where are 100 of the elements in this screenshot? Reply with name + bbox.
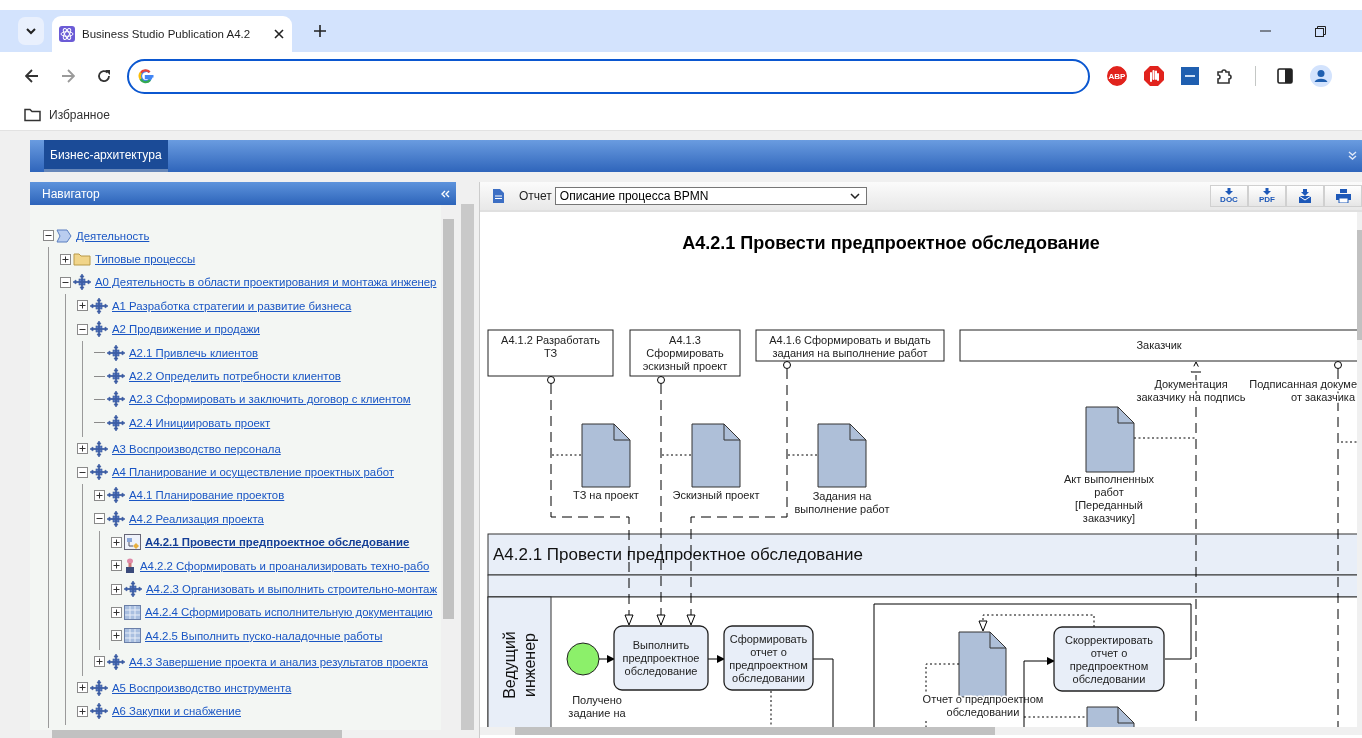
- tree-item-link[interactable]: А2.3 Сформировать и заключить договор с клиентом: [129, 393, 411, 406]
- expand-toggle[interactable]: [111, 536, 122, 548]
- task-box: Сформировать отчет о предпроектном обследовании: [723, 625, 814, 691]
- tree-item-link[interactable]: А4.2.3 Организовать и выполнить строительно-монтаж: [146, 583, 438, 596]
- printer-icon: [1335, 189, 1351, 203]
- start-event: [566, 642, 600, 676]
- reload-icon[interactable]: [97, 69, 111, 83]
- tree-item-link[interactable]: А4.1 Планирование проектов: [129, 489, 285, 502]
- stop-hand-icon[interactable]: [1144, 66, 1164, 86]
- expand-toggle[interactable]: [111, 583, 122, 595]
- participant-box: А4.1.3 Сформировать эскизный проект: [629, 329, 741, 377]
- profile-icon[interactable]: [1310, 65, 1332, 87]
- expand-toggle[interactable]: [111, 560, 122, 572]
- expand-toggle[interactable]: [77, 443, 88, 455]
- association-line: [1023, 716, 1088, 718]
- navigator-title: Навигатор: [42, 186, 100, 201]
- tree-item-link[interactable]: Деятельность: [76, 229, 150, 242]
- tree-item-link[interactable]: А2.4 Инициировать проект: [129, 416, 271, 429]
- document-shape: [1085, 406, 1135, 473]
- expand-toggle[interactable]: [94, 513, 105, 525]
- forward-icon[interactable]: [61, 69, 75, 83]
- expand-toggle[interactable]: [77, 323, 88, 335]
- back-icon[interactable]: [25, 69, 39, 83]
- tree-item-link[interactable]: А2.2 Определить потребности клиентов: [129, 370, 341, 383]
- restore-icon[interactable]: [1315, 25, 1326, 37]
- document-label: Акт выполненных работ [Переданный заказчику]: [1063, 473, 1155, 524]
- grid-icon: [124, 604, 141, 620]
- document-icon: [493, 189, 504, 203]
- expand-toggle[interactable]: [111, 630, 122, 642]
- expand-toggle[interactable]: [77, 466, 88, 478]
- cross-arrows-icon: [90, 464, 108, 481]
- pdf-export-button[interactable]: PDF: [1248, 185, 1286, 207]
- tab-search-button[interactable]: [18, 17, 44, 45]
- expand-toggle[interactable]: [43, 230, 54, 242]
- association-line: [787, 454, 819, 456]
- scrollbar[interactable]: [441, 205, 456, 730]
- expand-toggle[interactable]: [94, 490, 105, 501]
- cross-arrows-icon: [90, 703, 108, 719]
- tree-item-link[interactable]: А6 Закупки и снабжение: [112, 705, 241, 717]
- cross-arrows-icon: [90, 297, 108, 314]
- cross-arrows-icon: [107, 344, 125, 361]
- document-shape: [691, 423, 741, 488]
- tree-item-link[interactable]: А4.2.2 Сформировать и проанализировать техно-рабо: [140, 559, 430, 572]
- collapse-left-icon[interactable]: [440, 189, 450, 198]
- tree-item-link[interactable]: А5 Воспроизводство инструмента: [112, 681, 292, 694]
- tree-item-link[interactable]: А2.1 Привлечь клиентов: [129, 346, 259, 359]
- cross-arrows-icon: [90, 679, 108, 696]
- puzzle-icon[interactable]: [1216, 67, 1234, 85]
- bookmark-folder-link[interactable]: Избранное: [24, 108, 110, 122]
- report-select[interactable]: Описание процесса BPMN: [554, 187, 867, 205]
- association-line: [1340, 441, 1357, 443]
- tree-item-link[interactable]: А4 Планирование и осуществление проектных работ: [112, 466, 394, 479]
- extension-icon[interactable]: [1181, 67, 1199, 85]
- expand-toggle[interactable]: [77, 682, 88, 694]
- doc-export-button[interactable]: DOC: [1210, 185, 1248, 207]
- tree-item-link[interactable]: А4.2.5 Выполнить пуско-наладочные работы: [145, 629, 383, 642]
- address-field[interactable]: [127, 58, 1090, 94]
- folder-icon: [24, 108, 41, 122]
- association-line: [770, 690, 772, 727]
- sidebar-icon[interactable]: [1277, 68, 1293, 84]
- association-line: [551, 454, 583, 456]
- atom-icon: [59, 26, 75, 42]
- cross-arrows-icon: [107, 653, 125, 670]
- horizontal-scrollbar[interactable]: [480, 727, 1362, 735]
- expand-toggle[interactable]: [60, 253, 71, 265]
- tab-title: Business Studio Publication A4.2: [82, 28, 252, 40]
- expand-toggle[interactable]: [111, 606, 122, 618]
- tree-item-link[interactable]: А4.3 Завершение проекта и анализ результатов проекта: [129, 655, 428, 668]
- expand-toggle[interactable]: [60, 276, 71, 288]
- document-label: ТЗ на проект: [573, 489, 639, 501]
- cross-arrows-icon: [90, 321, 108, 338]
- close-icon[interactable]: [274, 29, 284, 39]
- email-export-button[interactable]: [1286, 185, 1324, 207]
- tree-item-link[interactable]: А4.2 Реализация проекта: [129, 512, 264, 525]
- expand-toggle[interactable]: [94, 656, 105, 668]
- adblock-extension-button[interactable]: ABP: [1107, 66, 1127, 86]
- collapse-icon[interactable]: [1348, 151, 1357, 161]
- new-tab-icon[interactable]: [314, 25, 326, 37]
- tree-item-link[interactable]: А1 Разработка стратегии и развитие бизнеса: [112, 299, 352, 312]
- download-icon: [1263, 188, 1271, 195]
- tree-item-link[interactable]: А2 Продвижение и продажи: [112, 323, 260, 336]
- mail-icon: [1298, 188, 1312, 204]
- document-label: Задания на выполнение работ: [794, 490, 890, 515]
- print-button[interactable]: [1324, 185, 1362, 207]
- tree-item-link[interactable]: Типовые процессы: [95, 253, 196, 266]
- tree-item-link[interactable]: А3 Воспроизводство персонала: [112, 442, 281, 455]
- sequence-flow: [598, 655, 615, 663]
- start-event-label: Получено задание на: [568, 694, 626, 719]
- tree-item-link[interactable]: А4.2.1 Провести предпроектное обследование: [145, 536, 410, 549]
- tree-item-link[interactable]: А4.2.4 Сформировать исполнительную документацию: [145, 606, 433, 619]
- caret-icon: [849, 193, 860, 199]
- document-shape: [958, 631, 1007, 698]
- participant-box: Заказчик: [959, 329, 1357, 362]
- tree-item-link[interactable]: А0 Деятельность в области проектирования и монтажа инженер: [95, 276, 437, 289]
- expand-toggle[interactable]: [77, 300, 88, 312]
- expand-toggle[interactable]: [77, 705, 88, 717]
- scrollbar[interactable]: [1357, 212, 1362, 727]
- browser-tab[interactable]: Business Studio Publication A4.2: [52, 16, 292, 52]
- module-tab[interactable]: Бизнес-архитектура: [44, 140, 168, 172]
- diagram-window-icon: [124, 534, 141, 551]
